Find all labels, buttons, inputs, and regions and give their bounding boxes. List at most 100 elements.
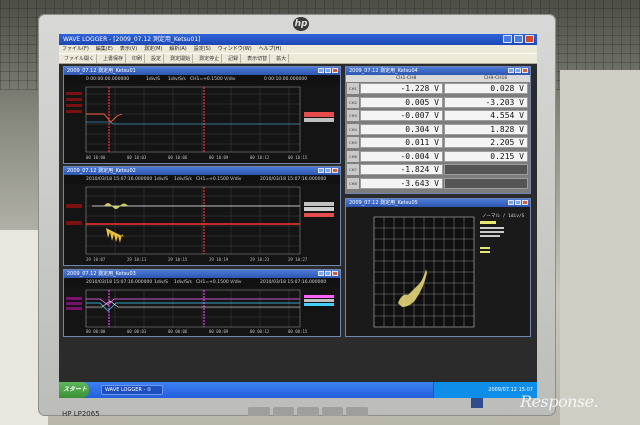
win2-channel-scale: CH1=+0.1500 V/div — [196, 177, 242, 182]
toolbar-stop-button[interactable]: 測定停止 — [197, 54, 223, 63]
meter-row-label: CH8 — [347, 177, 359, 189]
win2-time-label-5: 29 10:27 — [288, 257, 308, 262]
meter-window[interactable]: 2009_07.12 測定用_Ketsu04 CH1-CH8 CH9-CH16 … — [345, 66, 531, 194]
taskbar-app-button[interactable]: WAVE LOGGER - ① — [101, 385, 163, 395]
xy-plot[interactable]: ノーマル / 1div/S — [346, 207, 530, 336]
taskbar: スタート WAVE LOGGER - ① 2009/07.12 15:07 — [59, 382, 537, 398]
menu-window[interactable]: ウィンドウ(W) — [218, 45, 252, 53]
menu-bar: ファイル(F) 編集(E) 表示(V) 測定(M) 解析(A) 設定(S) ウィ… — [59, 45, 537, 53]
waveform-window-3[interactable]: 2009_07.12 測定用_Ketsu03 2010/03/18 15:07:… — [63, 269, 341, 337]
win1-start-time: 0 00:00:00.000000 — [86, 77, 130, 82]
win1-minimize-icon[interactable] — [318, 68, 324, 73]
toolbar-open-button[interactable]: ファイル開く — [62, 54, 98, 63]
menu-settings[interactable]: 設定(S) — [194, 45, 211, 53]
meter-row: CH5 0.011 V 2.205 V — [346, 136, 530, 149]
win2-time-label-3: 29 10:19 — [209, 257, 229, 262]
meter-value-left: -1.824 V — [360, 164, 443, 175]
win2-minimize-icon[interactable] — [318, 168, 324, 173]
meter-header: CH1-CH8 CH9-CH16 — [346, 75, 530, 82]
xy-minimize-icon[interactable] — [508, 200, 514, 205]
win1-time-label-2: 00 10:06 — [168, 155, 188, 160]
menu-analyze[interactable]: 解析(A) — [169, 45, 186, 53]
meter-window-title: 2009_07.12 測定用_Ketsu04 — [349, 68, 418, 74]
menu-help[interactable]: ヘルプ(H) — [259, 45, 282, 53]
win1-time-label-0: 00 10:00 — [86, 155, 106, 160]
toolbar-start-button[interactable]: 測定開始 — [168, 54, 194, 63]
toolbar-save-button[interactable]: 上書保存 — [101, 54, 127, 63]
win1-maximize-icon[interactable] — [325, 68, 331, 73]
win3-minimize-icon[interactable] — [318, 271, 324, 276]
meter-value-left: -1.228 V — [360, 83, 443, 94]
win3-close-icon[interactable] — [332, 271, 338, 276]
menu-measure[interactable]: 測定(M) — [144, 45, 162, 53]
menu-file[interactable]: ファイル(F) — [62, 45, 89, 53]
meter-col-right-label: CH9-CH16 — [484, 76, 508, 81]
meter-row: CH4 0.304 V 1.828 V — [346, 123, 530, 136]
win3-time-label-3: 00 00:09 — [209, 329, 229, 334]
watermark-logo: Response. — [520, 392, 599, 411]
meter-value-right: 0.028 V — [444, 83, 528, 94]
toolbar-print-button[interactable]: 印刷 — [130, 54, 146, 63]
meter-value-right — [444, 177, 528, 189]
meter-value-left: -3.643 V — [360, 177, 443, 189]
win3-time-label-0: 00 00:00 — [86, 329, 106, 334]
close-button[interactable] — [525, 35, 534, 43]
maximize-button[interactable] — [514, 35, 523, 43]
meter-value-left: 0.005 V — [360, 96, 443, 108]
win3-time-label-2: 00 00:06 — [168, 329, 188, 334]
win2-time-label-4: 29 10:23 — [250, 257, 270, 262]
hp-logo: hp — [293, 17, 309, 31]
waveform-3-plot[interactable]: 00 00:00 00 00:03 00 00:06 00 00:09 00 0… — [64, 287, 340, 336]
win1-time-label-1: 00 10:03 — [127, 155, 147, 160]
toolbar-zoom-button[interactable]: 拡大 — [274, 54, 290, 63]
meter-maximize-icon[interactable] — [515, 68, 521, 73]
monitor-model-label: HP LP2065 — [62, 410, 100, 418]
win3-maximize-icon[interactable] — [325, 271, 331, 276]
monitor-buttons[interactable] — [248, 407, 368, 416]
start-button[interactable]: スタート — [59, 382, 89, 398]
xy-plot-window[interactable]: 2009_07.12 測定用_Ketsu05 ノーマル / 1div/S — [345, 198, 531, 337]
minimize-button[interactable] — [503, 35, 512, 43]
meter-value-right: 2.205 V — [444, 137, 528, 148]
xy-legend-header: ノーマル / 1div/S — [482, 213, 525, 219]
meter-row: CH1 -1.228 V 0.028 V — [346, 82, 530, 95]
menu-view[interactable]: 表示(V) — [120, 45, 137, 53]
waveform-window-3-title: 2009_07.12 測定用_Ketsu03 — [67, 271, 136, 277]
win1-close-icon[interactable] — [332, 68, 338, 73]
app-title: WAVE LOGGER - [2009_07.12 測定用_Ketsu01] — [63, 36, 201, 43]
win3-end-time: 2010/03/18 15:07:16.000000 — [260, 280, 327, 285]
menu-edit[interactable]: 編集(E) — [96, 45, 113, 53]
meter-value-left: -0.004 V — [360, 150, 443, 162]
win2-close-icon[interactable] — [332, 168, 338, 173]
win1-sample-rate: 1div/S/s — [168, 77, 186, 82]
win2-maximize-icon[interactable] — [325, 168, 331, 173]
win3-time-label-5: 00 00:15 — [288, 329, 308, 334]
waveform-window-2[interactable]: 2009_07.12 測定用_Ketsu02 2010/03/18 15:07:… — [63, 166, 341, 266]
mdi-workspace: 2009_07.12 測定用_Ketsu01 0 00:00:00.000000… — [59, 64, 537, 382]
xy-close-icon[interactable] — [522, 200, 528, 205]
meter-row: CH3 -0.007 V 4.554 V — [346, 109, 530, 122]
win2-end-time: 2010/03/18 15:07:16.000000 — [260, 177, 327, 182]
meter-minimize-icon[interactable] — [508, 68, 514, 73]
meter-row: CH2 0.005 V -3.203 V — [346, 96, 530, 109]
win2-timebase: 1div/S — [154, 177, 169, 182]
waveform-1-plot[interactable]: 00 10:00 00 10:03 00 10:06 00 10:09 00 1… — [64, 84, 340, 163]
meter-row-label: CH6 — [347, 150, 359, 162]
toolbar-record-button[interactable]: 記録 — [226, 54, 242, 63]
meter-value-right: -3.203 V — [444, 96, 528, 108]
meter-close-icon[interactable] — [522, 68, 528, 73]
waveform-window-1[interactable]: 2009_07.12 測定用_Ketsu01 0 00:00:00.000000… — [63, 66, 341, 164]
waveform-2-plot[interactable]: 29 10:07 29 10:11 29 10:15 29 10:19 29 1… — [64, 184, 340, 265]
xy-maximize-icon[interactable] — [515, 200, 521, 205]
app-titlebar: WAVE LOGGER - [2009_07.12 測定用_Ketsu01] — [59, 34, 537, 45]
win2-legend — [304, 202, 334, 217]
toolbar-display-button[interactable]: 表示切替 — [245, 54, 271, 63]
win2-start-time: 2010/03/18 15:07:16.000000 — [86, 177, 153, 182]
toolbar-settings-button[interactable]: 設定 — [149, 54, 165, 63]
meter-col-left-label: CH1-CH8 — [396, 76, 417, 81]
meter-row-label: CH2 — [347, 96, 359, 108]
win1-time-label-5: 00 10:15 — [288, 155, 308, 160]
meter-row: CH8 -3.643 V — [346, 177, 530, 190]
meter-value-right: 4.554 V — [444, 110, 528, 121]
meter-row-label: CH5 — [347, 137, 359, 148]
